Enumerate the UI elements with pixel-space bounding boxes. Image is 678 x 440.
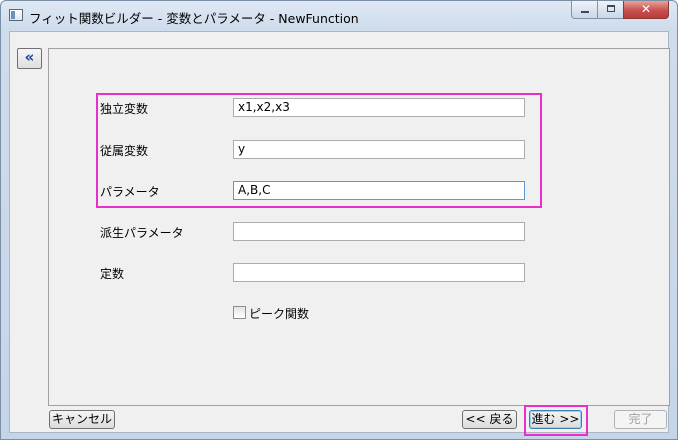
dialog-window: フィット関数ビルダー - 変数とパラメータ - NewFunction ✕ « … [0, 0, 678, 440]
derived-parameters-input[interactable] [233, 222, 525, 241]
minimize-button[interactable] [571, 1, 598, 19]
title-bar[interactable]: フィット関数ビルダー - 変数とパラメータ - NewFunction ✕ [1, 1, 677, 31]
cancel-button[interactable]: キャンセル [49, 410, 115, 429]
peak-function-checkbox[interactable] [233, 306, 246, 319]
next-button-highlight [524, 405, 588, 436]
back-button[interactable]: << 戻る [462, 410, 517, 429]
dialog-client-area: « 独立変数 x1,x2,x3 従属変数 y パラメータ A,B,C 派生パラメ… [9, 31, 670, 436]
finish-button[interactable]: 完了 [614, 410, 667, 429]
double-chevron-left-icon: « [24, 48, 35, 66]
constants-label: 定数 [100, 267, 125, 281]
maximize-icon [607, 5, 615, 12]
minimize-icon [581, 11, 589, 13]
variables-panel: 独立変数 x1,x2,x3 従属変数 y パラメータ A,B,C 派生パラメータ… [48, 48, 670, 406]
close-icon: ✕ [640, 2, 652, 16]
derived-parameters-label: 派生パラメータ [100, 226, 184, 240]
window-title: フィット関数ビルダー - 変数とパラメータ - NewFunction [29, 11, 359, 26]
maximize-button[interactable] [597, 1, 624, 19]
peak-function-label[interactable]: ピーク関数 [249, 305, 309, 322]
close-button[interactable]: ✕ [623, 1, 669, 19]
collapse-panel-button[interactable]: « [17, 48, 42, 69]
annotation-highlight-box [96, 93, 542, 208]
app-icon[interactable] [9, 9, 23, 21]
constants-input[interactable] [233, 263, 525, 282]
